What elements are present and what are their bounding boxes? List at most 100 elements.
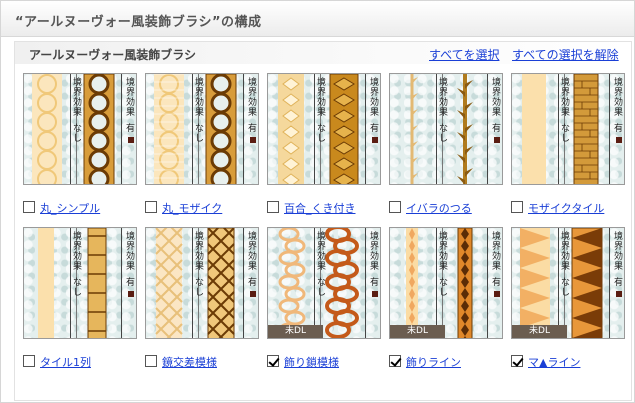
- brush-panel: アールヌーヴォー風装飾ブラシ すべてを選択 すべての選択を解除 境界効果有境界効…: [14, 41, 632, 401]
- boundary-effect-char: 効: [491, 98, 501, 108]
- brush-name-link[interactable]: 飾り鎖模様: [284, 354, 339, 370]
- brush-preview[interactable]: 境界効果有 境界効果なし: [267, 73, 381, 185]
- boundary-effect-char: 果: [613, 108, 623, 118]
- boundary-effect-char: 境: [316, 78, 326, 88]
- no-effect-char: し: [316, 288, 326, 298]
- boundary-effect-char: 果: [316, 108, 326, 118]
- boundary-effect-char: 界: [613, 88, 623, 98]
- divider-line: [365, 228, 366, 338]
- boundary-effect-char: 果: [194, 108, 204, 118]
- panel-header: アールヌーヴォー風装飾ブラシ すべてを選択 すべての選択を解除: [15, 42, 631, 64]
- boundary-effect-char: 境: [316, 232, 326, 242]
- brush-preview[interactable]: 境界効果有 境界効果なし: [145, 227, 259, 339]
- no-effect-char: し: [560, 288, 570, 298]
- boundary-effect-char: 効: [194, 252, 204, 262]
- boundary-effect-char: 効: [491, 252, 501, 262]
- has-effect-label: 有: [247, 124, 257, 134]
- color-swatch: [250, 291, 256, 297]
- window-header: “アールヌーヴォー風装飾ブラシ”の構成: [1, 1, 634, 37]
- boundary-effect-char: 果: [491, 262, 501, 272]
- boundary-effect-char: 境: [491, 78, 501, 88]
- brush-checkbox[interactable]: [511, 201, 523, 213]
- boundary-effect-char: 境: [613, 232, 623, 242]
- boundary-effect-char: 効: [560, 252, 570, 262]
- divider-line: [436, 74, 437, 184]
- boundary-effect-char: 果: [125, 262, 135, 272]
- boundary-effect-char: 効: [438, 98, 448, 108]
- brush-preview[interactable]: 境界効果有 境界効果なし未DL: [511, 227, 625, 339]
- boundary-effect-char: 効: [316, 98, 326, 108]
- boundary-effect-char: 効: [247, 252, 257, 262]
- brush-name-link[interactable]: 丸_モザイク: [162, 200, 222, 216]
- no-effect-char: し: [560, 134, 570, 144]
- boundary-effect-char: 果: [247, 262, 257, 272]
- window-title: “アールヌーヴォー風装飾ブラシ”の構成: [15, 15, 262, 30]
- no-effect-char: な: [72, 278, 82, 288]
- boundary-effect-char: 境: [560, 232, 570, 242]
- no-effect-char: し: [194, 134, 204, 144]
- brush-name-link[interactable]: 鏡交差模様: [162, 354, 217, 370]
- divider-line: [558, 74, 559, 184]
- brush-preview[interactable]: 境界効果有 境界効果なし: [23, 73, 137, 185]
- brush-checkbox[interactable]: [145, 201, 157, 213]
- not-downloaded-badge: 未DL: [390, 325, 445, 338]
- brush-preview[interactable]: 境界効果有 境界効果なし: [23, 227, 137, 339]
- boundary-effect-char: 界: [72, 242, 82, 252]
- brush-checkbox[interactable]: [23, 355, 35, 367]
- brush-checkbox[interactable]: [267, 201, 279, 213]
- boundary-effect-char: 界: [247, 88, 257, 98]
- brush-name-link[interactable]: タイル1列: [40, 354, 91, 370]
- has-effect-label: 有: [125, 124, 135, 134]
- brush-preview[interactable]: 境界効果有 境界効果なし未DL: [267, 227, 381, 339]
- boundary-effect-char: 界: [491, 88, 501, 98]
- composition-window: “アールヌーヴォー風装飾ブラシ”の構成 アールヌーヴォー風装飾ブラシ すべてを選…: [0, 0, 635, 403]
- boundary-effect-char: 境: [369, 232, 379, 242]
- boundary-effect-char: 効: [247, 98, 257, 108]
- brush-preview[interactable]: 境界効果有 境界効果なし未DL: [389, 227, 503, 339]
- color-swatch: [616, 291, 622, 297]
- boundary-effect-char: 効: [369, 252, 379, 262]
- brush-checkbox[interactable]: [389, 201, 401, 213]
- brush-checkbox[interactable]: [267, 355, 279, 367]
- brush-checkbox[interactable]: [389, 355, 401, 367]
- has-effect-label: 有: [491, 124, 501, 134]
- color-swatch: [128, 137, 134, 143]
- boundary-effect-char: 境: [72, 232, 82, 242]
- has-effect-label: 有: [613, 124, 623, 134]
- has-effect-label: 有: [125, 278, 135, 288]
- brush-name-link[interactable]: マ▲ライン: [528, 354, 580, 370]
- boundary-effect-char: 境: [438, 78, 448, 88]
- select-all-link[interactable]: すべてを選択: [429, 46, 499, 63]
- brush-name-link[interactable]: イバラのつる: [406, 200, 472, 216]
- color-swatch: [372, 291, 378, 297]
- divider-line: [192, 74, 193, 184]
- boundary-effect-char: 果: [438, 262, 448, 272]
- boundary-effect-char: 効: [194, 98, 204, 108]
- boundary-effect-char: 界: [125, 88, 135, 98]
- brush-name-link[interactable]: モザイクタイル: [528, 200, 604, 216]
- brush-preview[interactable]: 境界効果有 境界効果なし: [389, 73, 503, 185]
- no-effect-char: な: [72, 124, 82, 134]
- divider-line: [314, 228, 315, 338]
- boundary-effect-char: 果: [438, 108, 448, 118]
- deselect-all-link[interactable]: すべての選択を解除: [512, 46, 619, 63]
- boundary-effect-char: 果: [194, 262, 204, 272]
- brush-checkbox[interactable]: [511, 355, 523, 367]
- divider-line: [436, 228, 437, 338]
- no-effect-char: な: [316, 124, 326, 134]
- has-effect-label: 有: [613, 278, 623, 288]
- brush-checkbox[interactable]: [23, 201, 35, 213]
- no-effect-char: な: [560, 278, 570, 288]
- brush-name-link[interactable]: 丸_シンプル: [40, 200, 100, 216]
- has-effect-label: 有: [491, 278, 501, 288]
- not-downloaded-badge: 未DL: [268, 325, 323, 338]
- brush-name-link[interactable]: 飾りライン: [406, 354, 461, 370]
- divider-line: [365, 74, 366, 184]
- brush-name-link[interactable]: 百合_くき付き: [284, 200, 356, 216]
- brush-preview[interactable]: 境界効果有 境界効果なし: [511, 73, 625, 185]
- brush-checkbox[interactable]: [145, 355, 157, 367]
- boundary-effect-char: 効: [72, 98, 82, 108]
- brush-preview[interactable]: 境界効果有 境界効果なし: [145, 73, 259, 185]
- has-effect-label: 有: [369, 124, 379, 134]
- boundary-effect-char: 果: [316, 262, 326, 272]
